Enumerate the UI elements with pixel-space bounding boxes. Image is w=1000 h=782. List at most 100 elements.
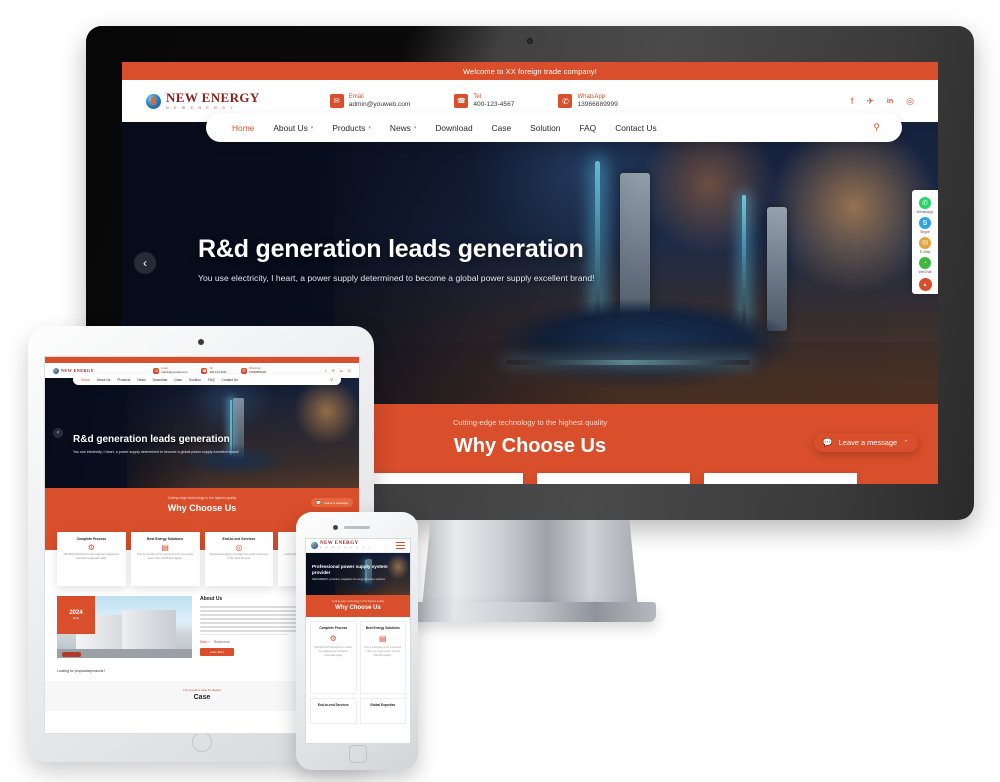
- logo-name: NEW ENERGY: [166, 90, 260, 105]
- main-nav: Home About Us ▾ Products ▾ News ▾ Download …: [206, 113, 902, 142]
- tablet-nav-news[interactable]: News: [137, 378, 145, 382]
- phone-feature-card[interactable]: Best Energy Solutions ▤ Over ten decades…: [359, 621, 406, 694]
- widget-whatsapp-label: WhatsApp: [916, 210, 934, 214]
- phone-logo[interactable]: NEW ENERGY N E W E N E R G Y: [311, 541, 372, 549]
- carousel-prev-button[interactable]: ‹: [134, 252, 156, 274]
- phone-screen: NEW ENERGY N E W E N E R G Y Professiona…: [305, 538, 411, 744]
- phone-feature-card[interactable]: End-to-end Services: [310, 698, 357, 724]
- tablet-feature-card[interactable]: End-to-end Services ◎ Professional engin…: [204, 532, 274, 586]
- tablet-nav-download[interactable]: Download: [153, 378, 168, 382]
- twitter-icon[interactable]: ✈: [331, 368, 334, 373]
- contact-tel[interactable]: ☎ Tel 400-123-4567: [454, 94, 514, 109]
- phone-why-title: Why Choose Us: [335, 605, 381, 611]
- tablet-contact-whatsapp[interactable]: ✆ WhatsApp 13966889999: [240, 367, 266, 374]
- tablet-hero-sub: You use electricity, I heart, a power su…: [73, 450, 239, 454]
- tablet-nav-products[interactable]: Products: [117, 378, 130, 382]
- tablet-feature-card[interactable]: Best Energy Solutions ▤ Over ten decades…: [130, 532, 200, 586]
- showcase-mockup: Welcome to XX foreign trade company! NEW…: [0, 0, 1000, 782]
- tablet-carousel-prev[interactable]: ‹: [53, 428, 63, 438]
- tablet-nav-about[interactable]: About Us: [97, 378, 111, 382]
- feature-card[interactable]: [370, 473, 523, 484]
- chevron-up-icon[interactable]: ⌃: [903, 439, 909, 447]
- skype-icon: S: [919, 217, 931, 229]
- tablet-camera-icon: [198, 339, 204, 345]
- widget-email[interactable]: ✉ E-Mail: [912, 237, 938, 254]
- tablet-about-image: 2024 Since: [57, 596, 192, 658]
- nav-item-products[interactable]: Products: [332, 123, 365, 133]
- nav-item-news[interactable]: News: [390, 123, 411, 133]
- widget-skype[interactable]: S Skype: [912, 217, 938, 234]
- phone-feature-cards-row2: End-to-end Services Global Expertise: [306, 698, 410, 724]
- logo-mark-icon: [146, 93, 161, 109]
- search-icon[interactable]: ⚲: [330, 377, 333, 382]
- contact-whatsapp[interactable]: ✆ WhatsApp 13966889999: [558, 93, 618, 109]
- phone-home-button[interactable]: [349, 745, 367, 763]
- facebook-icon[interactable]: f: [325, 368, 326, 373]
- nav-item-case[interactable]: Case: [492, 123, 512, 133]
- tablet-about-button[interactable]: Learn More: [200, 648, 234, 657]
- tablet-home-button[interactable]: [192, 732, 212, 752]
- linkedin-icon[interactable]: in: [887, 98, 893, 105]
- tablet-contact-tel[interactable]: ☎ Tel 400-123-4567: [201, 367, 227, 374]
- tablet-about-more[interactable]: More +: [200, 640, 210, 644]
- tablet-logo[interactable]: NEW ENERGY: [53, 367, 94, 374]
- tablet-feature-card[interactable]: Complete Process ⚙ With ERP and PLM syst…: [57, 532, 126, 586]
- instagram-icon[interactable]: ◎: [906, 96, 914, 107]
- leave-message-bar[interactable]: 💬 Leave a message ⌃: [813, 433, 918, 452]
- feature-card[interactable]: [704, 473, 857, 484]
- leave-message-label: Leave a message: [838, 438, 898, 447]
- linkedin-icon[interactable]: in: [340, 369, 343, 373]
- tablet-contact-email[interactable]: ✉ Email admin@youweb.com: [153, 367, 187, 374]
- nav-item-contact-us[interactable]: Contact Us: [615, 123, 656, 133]
- tablet-nav-solution[interactable]: Solution: [189, 378, 201, 382]
- phone-device: NEW ENERGY N E W E N E R G Y Professiona…: [296, 512, 418, 770]
- contact-whatsapp-label: WhatsApp: [577, 93, 606, 100]
- tablet-contacts: ✉ Email admin@youweb.com ☎ Tel 400-123-4…: [153, 367, 266, 374]
- phone-icon: ☎: [454, 94, 469, 108]
- whatsapp-icon: ✆: [240, 367, 247, 374]
- facebook-icon[interactable]: f: [851, 96, 854, 106]
- truck-icon: ▤: [378, 634, 387, 644]
- nav-item-download[interactable]: Download: [435, 123, 472, 133]
- site-logo[interactable]: NEW ENERGY N E W E N E R G Y: [146, 91, 260, 111]
- search-icon[interactable]: ⚲: [873, 122, 880, 133]
- nav-item-home[interactable]: Home: [232, 123, 254, 133]
- feature-card[interactable]: [537, 473, 690, 484]
- briefcase-icon: ⚙: [87, 543, 95, 552]
- email-icon: ✉: [919, 237, 931, 249]
- truck-icon: ▤: [161, 543, 169, 552]
- tablet-nav-home[interactable]: Home: [81, 378, 90, 382]
- widget-whatsapp[interactable]: ✆ WhatsApp: [912, 197, 938, 214]
- tablet-nav-faq[interactable]: FAQ: [208, 378, 215, 382]
- nav-item-solution[interactable]: Solution: [530, 123, 560, 133]
- wechat-icon: ◔: [919, 257, 931, 269]
- contact-email[interactable]: ✉ Email admin@youweb.com: [329, 94, 411, 109]
- twitter-icon[interactable]: ✈: [866, 96, 874, 107]
- contact-whatsapp-value: 13966889999: [577, 100, 618, 108]
- instagram-icon[interactable]: ◎: [348, 368, 352, 373]
- nav-item-faq[interactable]: FAQ: [579, 123, 596, 133]
- top-welcome-bar: Welcome to XX foreign trade company!: [122, 62, 938, 80]
- tablet-card-desc: Over ten decades of rich experience in t…: [137, 554, 193, 560]
- tablet-leave-message[interactable]: 💬 Leave a message: [311, 498, 353, 507]
- shield-icon: ◎: [235, 543, 243, 552]
- phone-speaker: [344, 526, 370, 529]
- tablet-about-readmore[interactable]: Read more: [214, 640, 230, 644]
- tablet-nav-contact[interactable]: Contact Us: [222, 378, 238, 382]
- contact-tel-value: 400-123-4567: [473, 100, 515, 108]
- contact-email-value: admin@youweb.com: [348, 100, 411, 108]
- widget-skype-label: Skype: [920, 230, 930, 234]
- phone-feature-card[interactable]: Global Expertise: [359, 698, 406, 724]
- badge-year: 2024: [69, 610, 83, 616]
- back-to-top-button[interactable]: ▲: [918, 278, 932, 291]
- tablet-card-title: End-to-end Services: [222, 537, 256, 541]
- whatsapp-icon: ✆: [919, 197, 931, 209]
- phone-card-title: End-to-end Services: [317, 703, 349, 707]
- phone-card-desc: With ERP and PLM system to realize the m…: [314, 647, 353, 657]
- nav-item-about-us[interactable]: About Us: [273, 123, 307, 133]
- tablet-nav-case[interactable]: Case: [174, 378, 182, 382]
- hamburger-menu-icon[interactable]: [396, 542, 405, 549]
- widget-wechat[interactable]: ◔ WeChat: [912, 257, 938, 274]
- phone-feature-card[interactable]: Complete Process ⚙ With ERP and PLM syst…: [310, 621, 357, 694]
- tablet-about-button-label: Learn More: [209, 650, 225, 655]
